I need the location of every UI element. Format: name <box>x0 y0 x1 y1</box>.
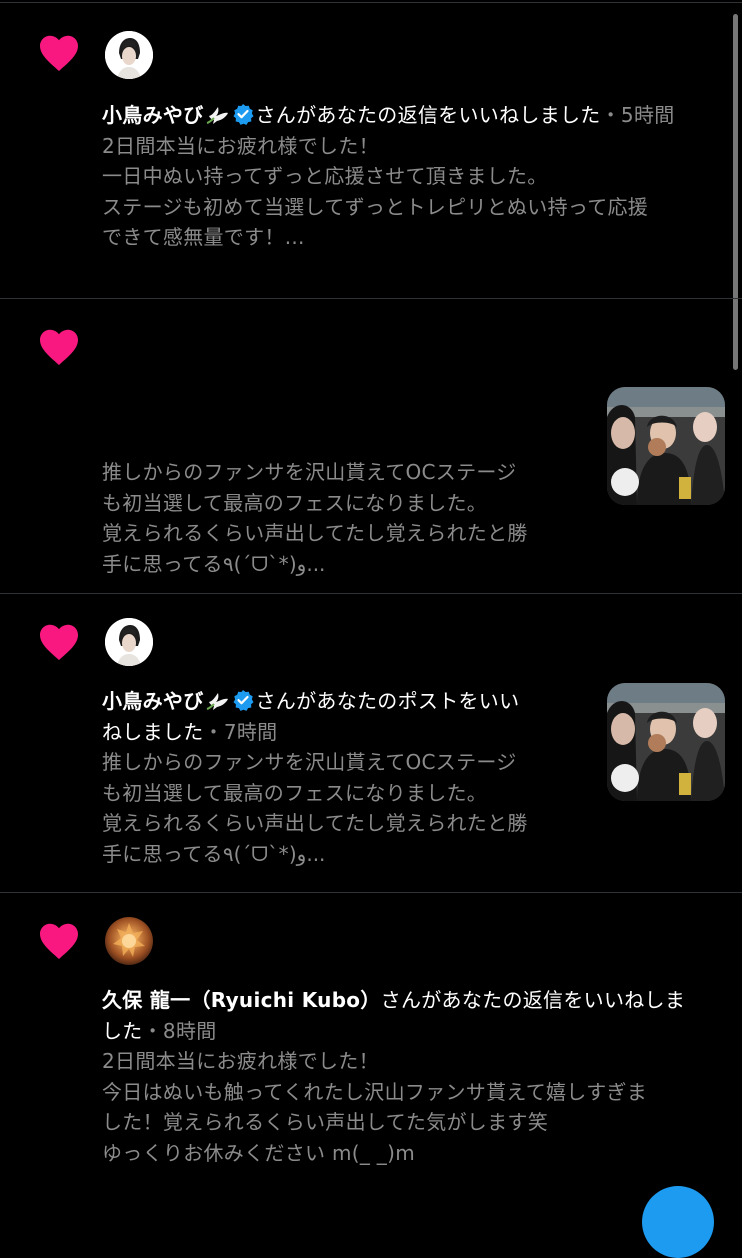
timestamp: 7時間 <box>223 719 278 744</box>
dove-emoji-icon <box>206 103 230 125</box>
user-name[interactable]: 小鳥みやび <box>102 103 204 127</box>
heart-icon <box>38 328 80 366</box>
time-separator: ・ <box>600 103 621 127</box>
body-line: 手に思ってる٩(ˊᗜˋ*)و... <box>102 841 326 866</box>
action-text-cont: した <box>102 1018 143 1043</box>
notification-text: 小鳥みやび さんがあなたのポストをいい ねしました・7時間 推しからのファンサを沢… <box>102 686 528 869</box>
dove-emoji-icon <box>206 689 230 711</box>
action-text: さんがあなたのポストをいい <box>255 689 520 713</box>
avatar[interactable] <box>105 31 153 79</box>
body-line: も初当選して最高のフェスになりました。 <box>102 780 488 805</box>
body-line: 覚えられるくらい声出してたし覚えられたと勝 <box>102 811 528 835</box>
compose-fab-button[interactable] <box>642 1186 714 1258</box>
body-line: 2日間本当にお疲れ様でした！ <box>102 133 379 158</box>
notification-body: 2日間本当にお疲れ様でした！ 一日中ぬい持ってずっと応援させて頂きました。 ステ… <box>102 131 675 253</box>
notification-item[interactable]: 推しからのファンサを沢山貰えてOCステージ も初当選して最高のフェスになりました… <box>0 298 742 594</box>
timestamp: 5時間 <box>620 103 675 127</box>
heart-icon <box>38 623 80 661</box>
heart-icon <box>38 34 80 72</box>
post-image-thumbnail[interactable] <box>607 683 725 801</box>
body-line: ステージも初めて当選してずっとトレピリとぬい持って応援 <box>102 194 649 219</box>
body-line: 2日間本当にお疲れ様でした！ <box>102 1049 379 1073</box>
user-name[interactable]: 久保 龍一（Ryuichi Kubo） <box>102 988 381 1012</box>
body-line: 推しからのファンサを沢山貰えてOCステージ <box>102 460 517 484</box>
body-line: 推しからのファンサを沢山貰えてOCステージ <box>102 750 517 774</box>
notification-item[interactable]: 小鳥みやび さんがあなたのポストをいい ねしました・7時間 推しからのファンサを沢… <box>0 593 742 893</box>
timestamp: 8時間 <box>162 1018 217 1043</box>
verified-badge-icon <box>232 689 254 711</box>
heart-icon <box>38 922 80 960</box>
notification-header: 久保 龍一（Ryuichi Kubo）さんがあなたの返信をいいねしま した・8時… <box>102 985 685 1046</box>
notification-text: 推しからのファンサを沢山貰えてOCステージ も初当選して最高のフェスになりました… <box>102 457 528 579</box>
avatar[interactable] <box>105 917 153 965</box>
body-line: できて感無量です！... <box>102 225 305 249</box>
action-text-cont: ねしました <box>102 719 204 744</box>
body-line: も初当選して最高のフェスになりました。 <box>102 490 488 515</box>
notification-item[interactable]: 久保 龍一（Ryuichi Kubo）さんがあなたの返信をいいねしま した・8時… <box>0 892 742 1200</box>
body-line: ゆっくりお休みください m(_ _)m <box>102 1140 415 1165</box>
notification-item[interactable]: 小鳥みやび さんがあなたの返信をいいねしました・5時間 2日間本当にお疲れ様でした… <box>0 0 742 299</box>
notification-body: 推しからのファンサを沢山貰えてOCステージ も初当選して最高のフェスになりました… <box>102 747 528 869</box>
user-name[interactable]: 小鳥みやび <box>102 689 204 713</box>
notification-text: 小鳥みやび さんがあなたの返信をいいねしました・5時間 2日間本当にお疲れ様でした… <box>102 100 675 253</box>
time-separator: ・ <box>203 719 224 744</box>
notification-body: 推しからのファンサを沢山貰えてOCステージ も初当選して最高のフェスになりました… <box>102 457 528 579</box>
body-line: 一日中ぬい持ってずっと応援させて頂きました。 <box>102 164 548 188</box>
action-text: さんがあなたの返信をいいねしま <box>380 988 686 1012</box>
notification-text: 久保 龍一（Ryuichi Kubo）さんがあなたの返信をいいねしま した・8時… <box>102 985 685 1168</box>
notification-body: 2日間本当にお疲れ様でした！ 今日はぬいも触ってくれたし沢山ファンサ貰えて嬉しす… <box>102 1046 685 1168</box>
body-line: 覚えられるくらい声出してたし覚えられたと勝 <box>102 521 528 545</box>
notification-header: 小鳥みやび さんがあなたの返信をいいねしました・5時間 <box>102 100 675 131</box>
body-line: した！覚えられるくらい声出してた気がします笑 <box>102 1110 548 1134</box>
verified-badge-icon <box>232 103 254 125</box>
avatar[interactable] <box>105 618 153 666</box>
time-separator: ・ <box>142 1018 163 1043</box>
body-line: 今日はぬいも触ってくれたし沢山ファンサ貰えて嬉しすぎま <box>102 1079 648 1104</box>
post-image-thumbnail[interactable] <box>607 387 725 505</box>
action-text: さんがあなたの返信をいいねしました <box>255 103 601 127</box>
notification-header: 小鳥みやび さんがあなたのポストをいい ねしました・7時間 <box>102 686 528 747</box>
body-line: 手に思ってる٩(ˊᗜˋ*)و... <box>102 551 326 576</box>
